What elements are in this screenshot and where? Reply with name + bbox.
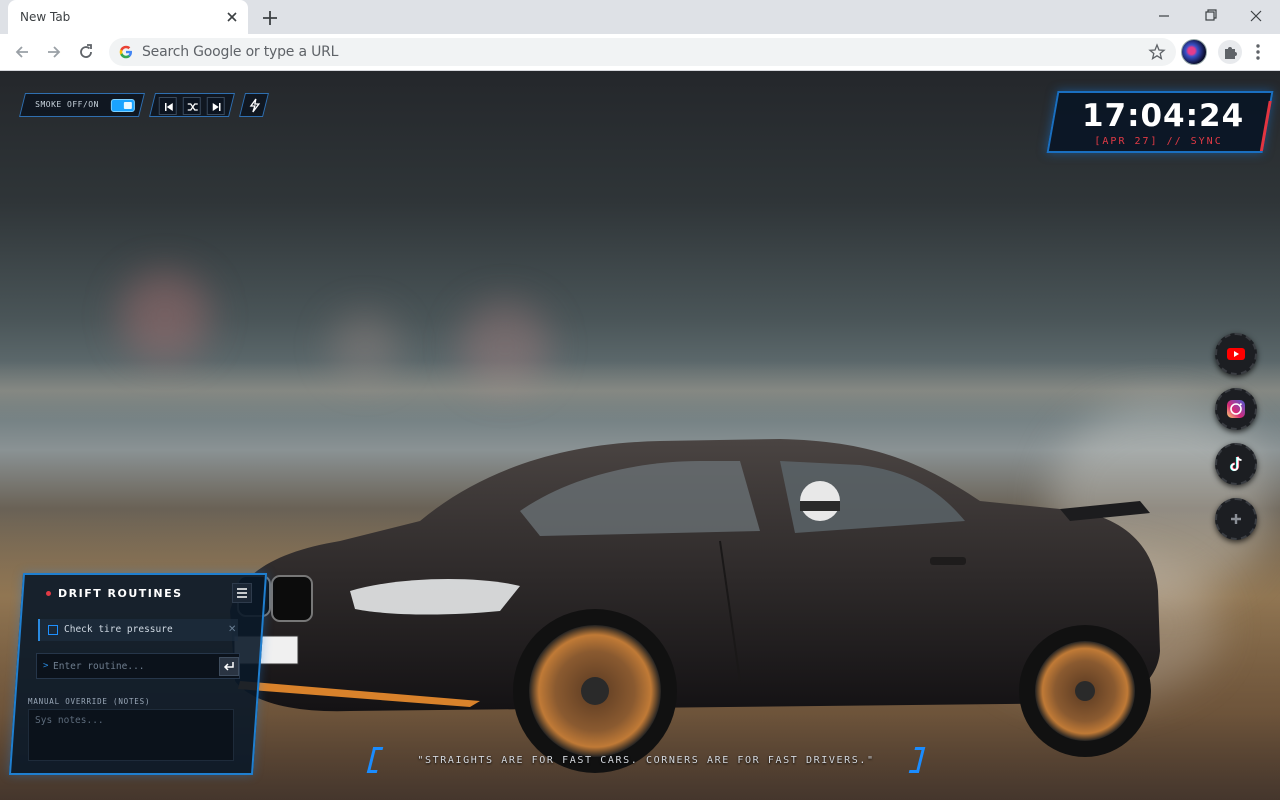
drift-routines-panel: DRIFT ROUTINES Check tire pressure ✕ > E…: [8, 573, 268, 775]
submit-routine-button[interactable]: [219, 657, 239, 676]
instagram-icon: [1227, 400, 1245, 418]
forward-button[interactable]: [44, 42, 64, 62]
close-icon[interactable]: [224, 9, 240, 25]
clock-date: [APR 27] // SYNC: [1094, 136, 1223, 147]
right-bracket: [908, 747, 926, 773]
tiktok-icon: [1229, 456, 1242, 472]
smoke-toggle-group: SMOKE OFF/ON: [19, 93, 145, 117]
clock-widget: 17:04:24 [APR 27] // SYNC: [1046, 91, 1274, 153]
quote-bar: "STRAIGHTS ARE FOR FAST CARS. CORNERS AR…: [366, 747, 926, 775]
google-icon: [119, 45, 133, 59]
browser-toolbar: Search Google or type a URL: [0, 34, 1280, 71]
new-tab-page: SMOKE OFF/ON 17:04:24 [APR 27] // SYNC D…: [0, 71, 1280, 800]
close-window-button[interactable]: [1246, 6, 1266, 26]
smoke-toggle-label: SMOKE OFF/ON: [35, 100, 99, 109]
add-icon: [1231, 514, 1241, 524]
task-text: Check tire pressure: [64, 624, 173, 635]
left-bracket: [366, 747, 384, 773]
puzzle-icon: [1225, 47, 1237, 59]
restore-button[interactable]: [1200, 6, 1220, 26]
task-checkbox[interactable]: [48, 625, 58, 635]
delete-task-icon[interactable]: ✕: [228, 624, 236, 635]
hamburger-icon: [237, 588, 247, 598]
enter-icon: [223, 662, 234, 671]
prompt-symbol: >: [43, 661, 49, 671]
youtube-button[interactable]: [1215, 333, 1257, 375]
panel-menu-button[interactable]: [232, 583, 252, 603]
panel-title: DRIFT ROUTINES: [58, 587, 183, 600]
back-button[interactable]: [12, 42, 32, 62]
reload-button[interactable]: [76, 42, 96, 62]
bokeh-light: [120, 271, 210, 361]
status-dot: [46, 591, 51, 596]
add-shortcut-button[interactable]: [1215, 498, 1257, 540]
skip-next-icon: [212, 103, 221, 111]
clock-time: 17:04:24: [1081, 98, 1245, 134]
notes-textarea[interactable]: Sys notes...: [28, 709, 234, 761]
toggle-knob: [123, 102, 132, 109]
shuffle-button[interactable]: [182, 97, 201, 115]
star-icon[interactable]: [1148, 43, 1166, 61]
minimize-button[interactable]: [1154, 6, 1174, 26]
profile-avatar[interactable]: [1181, 39, 1207, 65]
power-group[interactable]: [239, 93, 269, 117]
tiktok-button[interactable]: [1215, 443, 1257, 485]
kebab-menu-icon[interactable]: [1250, 42, 1266, 62]
skip-next-button[interactable]: [206, 97, 225, 115]
tab-new-tab[interactable]: New Tab: [8, 0, 248, 34]
omnibox[interactable]: Search Google or type a URL: [109, 38, 1176, 66]
notes-label: MANUAL OVERRIDE (NOTES): [28, 697, 151, 706]
media-controls: [149, 93, 235, 117]
tab-title: New Tab: [20, 10, 71, 24]
instagram-button[interactable]: [1215, 388, 1257, 430]
youtube-icon: [1227, 348, 1245, 360]
routine-input[interactable]: > Enter routine...: [36, 653, 240, 679]
list-item: Check tire pressure ✕: [38, 619, 238, 641]
lightning-icon: [249, 98, 261, 113]
routine-input-placeholder: Enter routine...: [53, 661, 145, 672]
skip-previous-button[interactable]: [158, 97, 177, 115]
smoke-toggle[interactable]: [110, 99, 135, 112]
new-tab-button[interactable]: [260, 8, 280, 28]
omnibox-placeholder: Search Google or type a URL: [142, 44, 339, 60]
extensions-button[interactable]: [1218, 40, 1242, 64]
tab-strip: New Tab: [0, 0, 1280, 34]
bmw-car-image: [230, 439, 1160, 773]
quote-text: "STRAIGHTS ARE FOR FAST CARS. CORNERS AR…: [417, 755, 875, 766]
notes-placeholder: Sys notes...: [35, 715, 104, 726]
shuffle-icon: [187, 103, 198, 111]
skip-previous-icon: [165, 103, 173, 111]
